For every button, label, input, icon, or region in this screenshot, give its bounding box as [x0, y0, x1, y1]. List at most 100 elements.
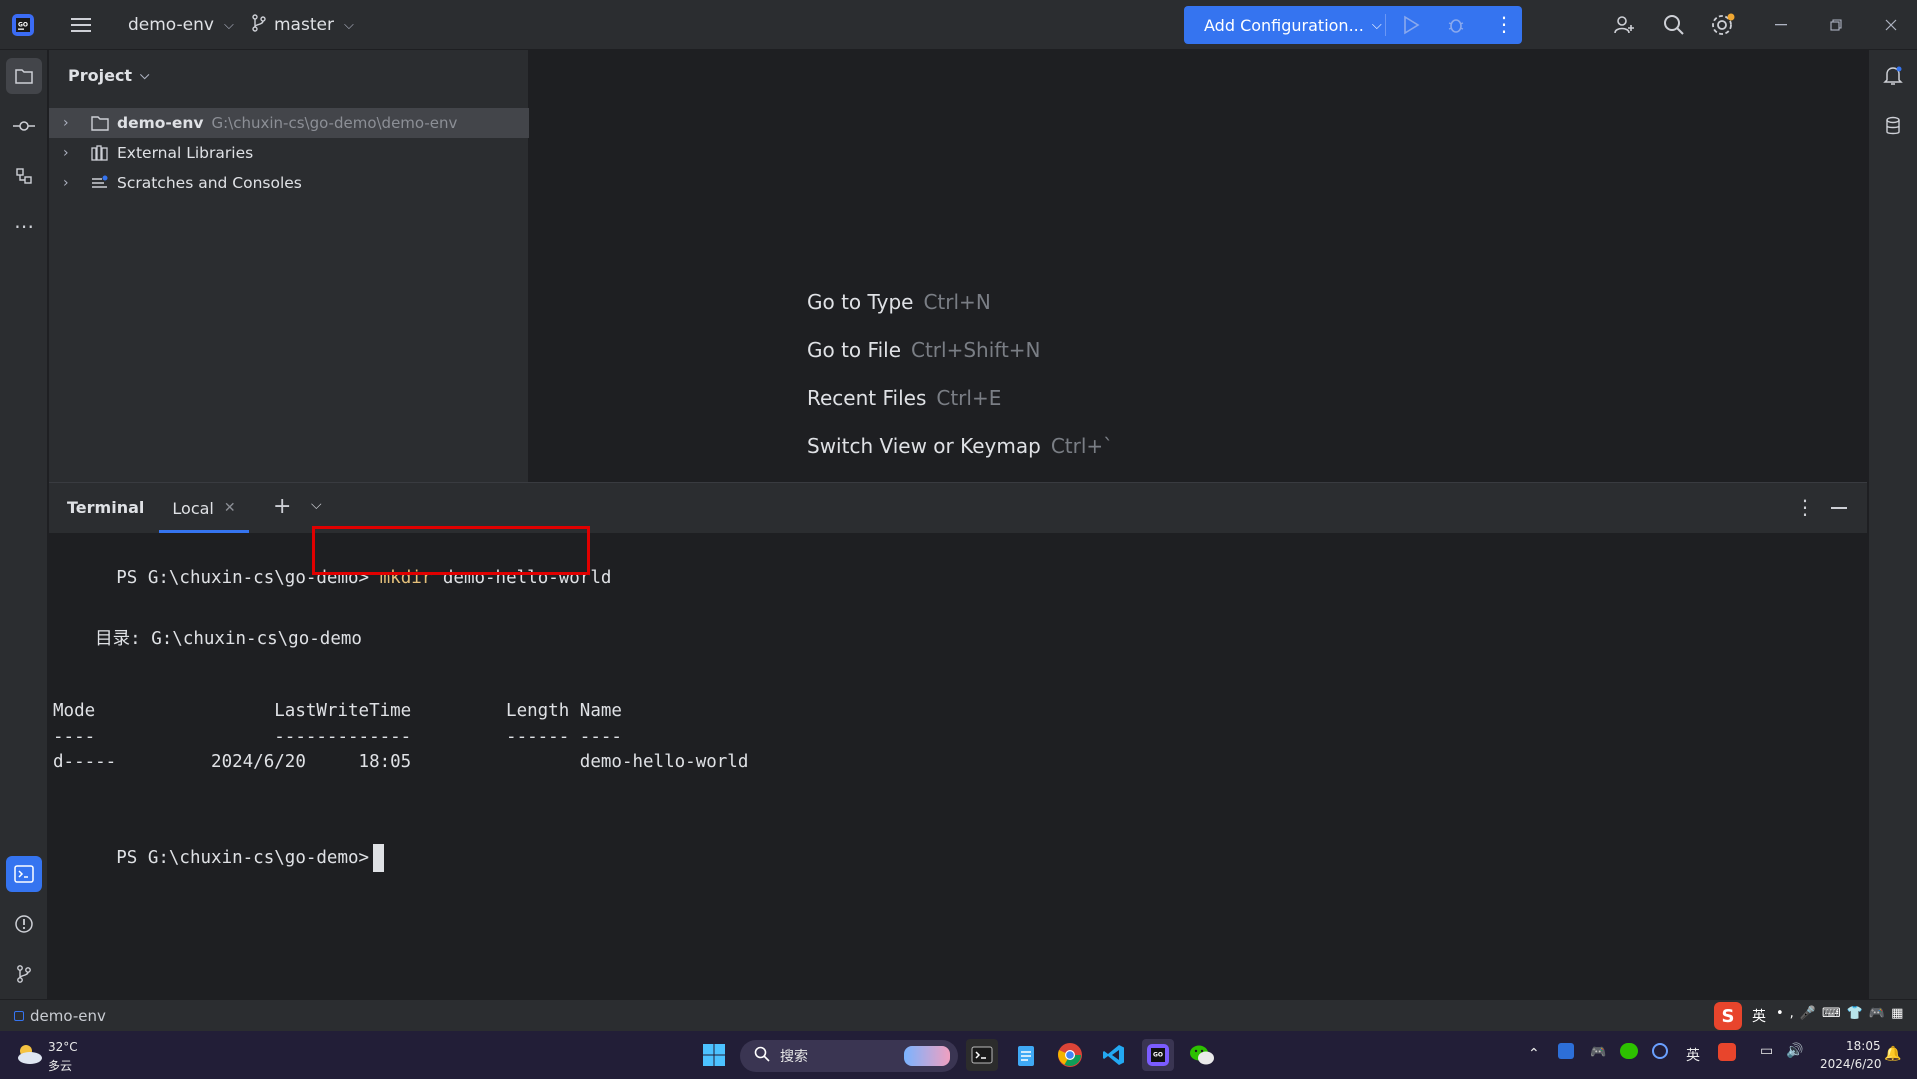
terminal-output[interactable]: PS G:\chuxin-cs\go-demo> mkdir demo-hell… [53, 533, 1863, 1000]
chevron-right-icon[interactable]: › [63, 115, 83, 131]
notifications-bell-icon[interactable] [1875, 58, 1911, 94]
tree-item-external-libraries[interactable]: › External Libraries [49, 138, 529, 168]
clock-time[interactable]: 18:05 [1846, 1039, 1881, 1053]
ime-toolbar-icons[interactable]: •,🎤⌨👕🎮▦ [1776, 1006, 1909, 1021]
git-icon[interactable] [6, 956, 42, 992]
terminal-app-icon[interactable] [966, 1039, 998, 1071]
chrome-app-icon[interactable] [1054, 1039, 1086, 1071]
right-tool-window-bar [1868, 50, 1917, 999]
branch-switcher[interactable]: master ⌵ [252, 0, 354, 50]
editor-empty-state: Go to Type Ctrl+N Go to File Ctrl+Shift+N … [530, 50, 1867, 482]
tab-label: Local [172, 498, 214, 518]
terminal-table-row: d----- 2024/6/20 18:05 demo-hello-world [53, 752, 749, 772]
code-with-me-icon[interactable] [1610, 12, 1638, 38]
tray-ime-label[interactable]: 英 [1686, 1045, 1700, 1065]
chevron-right-icon[interactable]: › [63, 175, 83, 191]
sogou-ime-icon[interactable]: S [1714, 1002, 1742, 1030]
commit-icon[interactable] [6, 108, 42, 144]
ime-language-label[interactable]: 英 [1752, 1006, 1766, 1026]
project-switcher[interactable]: demo-env ⌵ [128, 0, 234, 50]
notepad-app-icon[interactable] [1010, 1039, 1042, 1071]
command-keyword: mkdir [379, 568, 433, 588]
status-project-name[interactable]: demo-env [30, 1007, 106, 1025]
minimize-window-icon[interactable] [1770, 12, 1792, 38]
hint-shortcut: Ctrl+` [1050, 434, 1114, 458]
hint-label: Recent Files [807, 386, 927, 410]
chevron-right-icon[interactable]: › [63, 145, 83, 161]
problems-icon[interactable] [6, 906, 42, 942]
chevron-down-icon: ⌵ [1371, 17, 1382, 33]
hint-shortcut: Ctrl+E [936, 386, 1002, 410]
goland-logo-icon[interactable]: GO [10, 12, 36, 38]
run-icon[interactable] [1402, 15, 1420, 39]
hint-recent-files[interactable]: Recent Files Ctrl+E [807, 386, 1001, 410]
windows-start-icon[interactable] [698, 1039, 730, 1071]
hint-label: Go to File [807, 338, 901, 362]
module-square-icon [14, 1010, 24, 1021]
close-tab-icon[interactable]: ✕ [224, 500, 236, 516]
minimize-panel-icon[interactable] [1831, 507, 1847, 509]
command-argument: demo-hello-world [442, 568, 612, 588]
project-name: demo-env [128, 15, 214, 35]
terminal-tab-bar: Terminal Local ✕ + ⌵ ⋮ [49, 483, 1867, 533]
branch-name: master [274, 15, 334, 35]
terminal-prompt-line: PS G:\chuxin-cs\go-demo> [53, 824, 385, 892]
hint-go-to-file[interactable]: Go to File Ctrl+Shift+N [807, 338, 1041, 362]
status-bar: demo-env S 英 •,🎤⌨👕🎮▦ [0, 999, 1917, 1031]
vscode-app-icon[interactable] [1098, 1039, 1130, 1071]
search-placeholder: 搜索 [780, 1049, 808, 1065]
chevron-up-icon[interactable]: ⌃ [1528, 1046, 1540, 1062]
clock-date[interactable]: 2024/6/20 [1820, 1057, 1882, 1071]
project-view-selector[interactable]: Project ⌵ [68, 66, 149, 85]
tray-app-icon[interactable] [1558, 1043, 1574, 1059]
search-icon [754, 1046, 770, 1066]
settings-gear-icon[interactable] [1708, 10, 1738, 40]
tray-circle-icon[interactable] [1652, 1043, 1668, 1059]
tray-volume-icon[interactable]: 🔊 [1786, 1043, 1803, 1059]
hint-go-to-type[interactable]: Go to Type Ctrl+N [807, 290, 991, 314]
chevron-down-icon: ⌵ [343, 17, 354, 33]
project-folder-icon[interactable] [6, 58, 42, 94]
terminal-title: Terminal [67, 498, 145, 517]
folder-icon [91, 115, 111, 131]
more-horizontal-icon[interactable]: ⋯ [6, 208, 42, 244]
git-branch-icon [252, 13, 266, 37]
notification-center-icon[interactable]: 🔔 [1884, 1046, 1901, 1062]
goland-app-icon[interactable]: GO [1142, 1039, 1174, 1071]
tray-network-icon[interactable]: ▭ [1760, 1043, 1773, 1059]
taskbar-search[interactable]: 搜索 [740, 1040, 958, 1072]
hint-label: Switch View or Keymap [807, 434, 1041, 458]
terminal-icon[interactable] [6, 856, 42, 892]
tree-item-path: G:\chuxin-cs\go-demo\demo-env [211, 114, 458, 132]
more-vertical-icon[interactable]: ⋮ [1795, 495, 1815, 519]
structure-icon[interactable] [6, 158, 42, 194]
tray-wechat-icon[interactable] [1620, 1043, 1638, 1059]
weather-temperature: 32°C [48, 1040, 78, 1054]
terminal-directory-line: 目录: G:\chuxin-cs\go-demo [53, 629, 362, 649]
search-icon[interactable] [1660, 12, 1688, 38]
svg-text:GO: GO [18, 22, 28, 29]
wechat-app-icon[interactable] [1186, 1039, 1218, 1071]
tab-local[interactable]: Local ✕ [159, 483, 249, 533]
weather-cloud-icon[interactable] [14, 1043, 44, 1069]
tree-item-scratches[interactable]: › Scratches and Consoles [49, 168, 529, 198]
debug-icon[interactable] [1446, 15, 1466, 39]
scratches-icon [91, 175, 111, 191]
add-configuration-button[interactable]: Add Configuration... [1204, 16, 1364, 35]
restore-window-icon[interactable] [1825, 12, 1847, 38]
terminal-tool-window: Terminal Local ✕ + ⌵ ⋮ PS G:\chuxin-cs\g… [49, 482, 1867, 999]
hint-switch-view[interactable]: Switch View or Keymap Ctrl+` [807, 434, 1113, 458]
tray-gamepad-icon[interactable]: 🎮 [1590, 1045, 1606, 1060]
project-panel-title: Project [68, 66, 133, 85]
close-window-icon[interactable] [1880, 12, 1902, 38]
tree-item-demo-env[interactable]: › demo-env G:\chuxin-cs\go-demo\demo-env [49, 108, 529, 138]
chevron-down-icon[interactable]: ⌵ [311, 497, 322, 513]
more-vertical-icon[interactable]: ⋮ [1494, 14, 1514, 34]
database-icon[interactable] [1875, 108, 1911, 144]
project-tool-window: Project ⌵ › demo-env G:\chuxin-cs\go-dem… [49, 50, 529, 482]
separator [1385, 14, 1386, 36]
tray-sogou-icon[interactable] [1718, 1043, 1736, 1061]
new-tab-plus-icon[interactable]: + [273, 494, 291, 519]
weather-description: 多云 [48, 1059, 73, 1073]
main-menu-icon[interactable] [68, 12, 96, 38]
